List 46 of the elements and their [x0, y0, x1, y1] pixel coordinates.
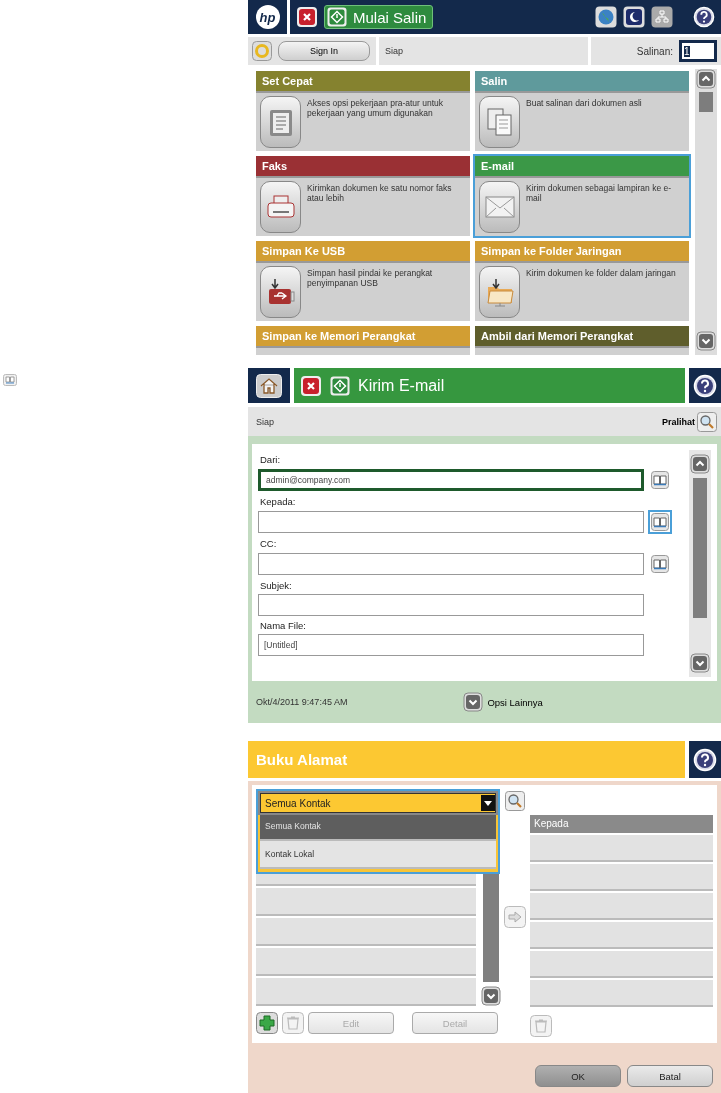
screen-title: Kirim E-mail	[358, 376, 445, 395]
tile-title: Ambil dari Memori Perangkat	[475, 326, 689, 348]
tile-title: Salin	[475, 71, 689, 93]
cancel-button[interactable]: Batal	[627, 1065, 713, 1087]
tile-title: Faks	[256, 156, 470, 178]
tile-description: Kirim dokumen ke folder dalam jaringan	[526, 267, 676, 280]
field-label: CC:	[260, 538, 278, 549]
copies-field[interactable]: 1	[679, 40, 717, 62]
preview-button[interactable]: Pralihat	[662, 411, 717, 432]
tile-description: Akses opsi pekerjaan pra-atur untuk pekerjaan yang umum digunakan	[307, 97, 445, 121]
tile-title: Set Cepat	[256, 71, 470, 93]
copies-label: Salinan:	[636, 45, 673, 57]
status-text: Siap	[256, 416, 274, 427]
function-tile[interactable]: Ambil dari Memori Perangkat	[473, 324, 691, 355]
start-copy-button[interactable]: Mulai Salin	[324, 5, 434, 29]
field-label: Kepada:	[260, 496, 297, 507]
function-tile[interactable]: Set Cepat Akses opsi pekerjaan pra-atur untuk pekerjaan yang umum digunakan	[254, 69, 472, 153]
tile-description: Kirim dokumen sebagai lampiran ke e-mail	[526, 182, 673, 206]
field-label: Subjek:	[260, 580, 293, 591]
text-field[interactable]: admin@company.com	[258, 469, 644, 491]
function-tile[interactable]: Simpan ke Folder Jaringan Kirim dokumen ke folder dalam jaringan	[473, 239, 691, 323]
ok-button[interactable]: OK	[535, 1065, 621, 1087]
sign-in-button[interactable]: Sign In	[278, 41, 370, 61]
function-tile[interactable]: Salin Buat salinan dari dokumen asli	[473, 69, 691, 153]
function-tile[interactable]: E-mail Kirim dokumen sebagai lampiran ke e-mail	[473, 154, 691, 238]
more-options-button[interactable]: Opsi Lainnya	[463, 692, 543, 712]
field-label: Dari:	[260, 454, 282, 465]
column-header: Kepada	[530, 815, 713, 833]
tile-description: Buat salinan dari dokumen asli	[526, 97, 642, 110]
function-tile[interactable]: Simpan Ke USB Simpan hasil pindai ke perangkat penyimpanan USB	[254, 239, 472, 323]
hp-logo: hp	[255, 5, 280, 29]
date-time: Okt/4/2011 9:47:45 AM	[256, 697, 348, 707]
tile-description: Kirimkan dokumen ke satu nomor faks atau lebih	[307, 182, 453, 206]
contact-filter-dropdown[interactable]: Semua Kontak	[260, 793, 496, 813]
text-field[interactable]: [Untitled]	[258, 634, 644, 656]
tile-title: Simpan ke Memori Perangkat	[256, 326, 470, 348]
function-tile[interactable]: Faks Kirimkan dokumen ke satu nomor faks atau lebih	[254, 154, 472, 238]
tile-title: E-mail	[475, 156, 689, 178]
dropdown-option[interactable]: Kontak Lokal	[260, 841, 496, 869]
tile-title: Simpan ke Folder Jaringan	[475, 241, 689, 263]
status-text: Siap	[385, 46, 403, 56]
dropdown-option[interactable]: Semua Kontak	[260, 813, 496, 841]
screen-title: Buku Alamat	[248, 741, 685, 778]
tile-description: Simpan hasil pindai ke perangkat penyimpanan USB	[307, 267, 434, 291]
tile-title: Simpan Ke USB	[256, 241, 470, 263]
field-label: Nama File:	[260, 620, 307, 631]
